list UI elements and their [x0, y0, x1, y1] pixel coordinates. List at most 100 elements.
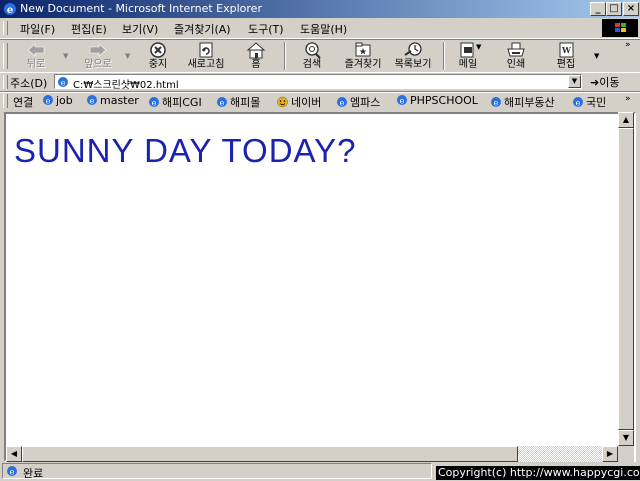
svg-text:W: W	[561, 45, 572, 55]
edit-button[interactable]: W 편집	[544, 40, 588, 72]
edit-label: 편집	[556, 59, 576, 70]
ie-link-icon: e	[217, 97, 227, 108]
menu-bar: 파일(F) 편집(E) 보기(V) 즐겨찾기(A) 도구(T) 도움말(H)	[0, 18, 640, 39]
address-input[interactable]: e C:₩스크린샷₩02.html	[54, 74, 582, 91]
ie-link-icon: e	[337, 97, 347, 108]
search-button[interactable]: 검색	[290, 40, 334, 72]
menubar-grip[interactable]	[3, 21, 8, 35]
refresh-button[interactable]: 새로고침	[184, 40, 228, 72]
scroll-left-button[interactable]: ◀	[6, 446, 22, 462]
forward-button[interactable]: 앞으로	[76, 40, 120, 72]
scroll-right-button[interactable]: ▶	[602, 446, 618, 462]
forward-label: 앞으로	[84, 59, 112, 70]
forward-arrow-icon	[89, 43, 107, 57]
svg-text:e: e	[220, 99, 225, 108]
link-label: 해피CGI	[162, 96, 202, 109]
mail-icon	[460, 42, 474, 58]
mail-button[interactable]: 메일	[446, 40, 490, 72]
menu-help[interactable]: 도움말(H)	[300, 21, 347, 37]
close-button[interactable]: ×	[623, 2, 639, 16]
home-button[interactable]: 홈	[234, 40, 278, 72]
link-happycgi[interactable]: e 해피CGI	[148, 94, 202, 110]
link-job[interactable]: e job	[42, 94, 73, 107]
menu-edit[interactable]: 편집(E)	[71, 21, 107, 37]
horizontal-scroll-thumb[interactable]	[22, 446, 518, 462]
stop-button[interactable]: 중지	[136, 40, 180, 72]
go-label: 이동	[599, 76, 620, 89]
ie-link-icon: e	[87, 95, 97, 106]
word-edit-icon: W	[559, 42, 574, 58]
go-arrow-icon: ➜	[590, 76, 600, 89]
toolbar-chevron-icon[interactable]: »	[625, 40, 631, 50]
naver-smiley-icon	[277, 96, 288, 108]
go-button[interactable]: ➜이동	[590, 74, 619, 90]
maximize-button[interactable]: □	[606, 2, 622, 16]
status-page-icon: e	[7, 466, 17, 477]
links-chevron-icon[interactable]: »	[625, 94, 631, 104]
forward-dropdown-icon[interactable]: ▼	[125, 52, 130, 60]
link-label: master	[100, 94, 139, 107]
page-viewport: SUNNY DAY TODAY?	[4, 112, 636, 462]
search-label: 검색	[302, 59, 322, 70]
link-label: 해피부동산	[504, 96, 555, 109]
horizontal-scrollbar[interactable]: ◀ ▶	[6, 446, 618, 462]
search-icon	[305, 42, 321, 59]
home-label: 홈	[251, 59, 261, 70]
svg-text:e: e	[90, 97, 95, 106]
title-bar[interactable]: e New Document - Microsoft Internet Expl…	[0, 0, 640, 18]
standard-toolbar: 뒤로 ▼ 앞으로 ▼ 중지 새로고침 홈 검색 즐겨찾기 목록보기 메일 ▼ 인…	[0, 40, 640, 73]
toolbar-grip[interactable]	[3, 43, 8, 69]
page-headline: SUNNY DAY TODAY?	[14, 132, 357, 169]
link-kookmin[interactable]: e 국민	[572, 94, 606, 110]
toolbar-separator	[443, 42, 445, 70]
history-button[interactable]: 목록보기	[388, 40, 438, 72]
svg-text:e: e	[46, 97, 51, 106]
scroll-corner	[618, 446, 634, 462]
link-happymall[interactable]: e 해피몰	[216, 94, 260, 110]
scroll-up-button[interactable]: ▲	[618, 112, 634, 128]
address-value: C:₩스크린샷₩02.html	[73, 80, 179, 91]
link-naver[interactable]: 네이버	[276, 94, 321, 110]
favorites-label: 즐겨찾기	[344, 59, 382, 70]
address-dropdown-button[interactable]: ▼	[568, 75, 581, 88]
history-icon	[404, 42, 422, 56]
link-master[interactable]: e master	[86, 94, 139, 107]
links-label: 연결	[13, 96, 34, 109]
edit-dropdown-icon[interactable]: ▼	[594, 52, 599, 60]
ie-link-icon: e	[149, 97, 159, 108]
copyright-banner: Copyright(c) http://www.happycgi.com	[436, 466, 640, 480]
svg-text:e: e	[7, 5, 13, 16]
status-panel: e 완료	[2, 463, 432, 480]
ie-link-icon: e	[397, 95, 407, 106]
link-label: job	[56, 94, 73, 107]
mail-dropdown-icon[interactable]: ▼	[476, 43, 481, 51]
scroll-down-button[interactable]: ▼	[618, 430, 634, 446]
ie-link-icon: e	[43, 95, 53, 106]
menu-view[interactable]: 보기(V)	[122, 21, 158, 37]
back-arrow-icon	[27, 43, 45, 57]
favorites-button[interactable]: 즐겨찾기	[338, 40, 388, 72]
link-phpschool[interactable]: e PHPSCHOOL	[396, 94, 478, 107]
linksbar-grip[interactable]	[3, 94, 8, 108]
minimize-button[interactable]: _	[590, 2, 606, 16]
addressbar-grip[interactable]	[3, 75, 8, 89]
printer-icon	[507, 42, 525, 57]
address-label: 주소(D)	[10, 77, 48, 90]
menu-tools[interactable]: 도구(T)	[248, 21, 284, 37]
vertical-scroll-thumb[interactable]	[618, 128, 634, 430]
vertical-scrollbar[interactable]: ▲ ▼	[618, 112, 634, 446]
svg-text:e: e	[400, 97, 405, 106]
svg-text:e: e	[494, 99, 499, 108]
ie-link-icon: e	[573, 97, 583, 108]
stop-label: 중지	[148, 59, 168, 70]
links-bar: 연결 e job e master e 해피CGI e 해피몰 네이버 e 엠파스 e PH…	[0, 91, 640, 110]
print-button[interactable]: 인쇄	[494, 40, 538, 72]
favorites-folder-icon	[355, 42, 371, 57]
back-dropdown-icon[interactable]: ▼	[63, 52, 68, 60]
menu-favorites[interactable]: 즐겨찾기(A)	[174, 21, 231, 37]
address-bar: 주소(D) e C:₩스크린샷₩02.html ▼ ➜이동	[0, 72, 640, 92]
menu-file[interactable]: 파일(F)	[20, 21, 55, 37]
link-happy-realestate[interactable]: e 해피부동산	[490, 94, 555, 110]
back-button[interactable]: 뒤로	[14, 40, 58, 72]
link-empas[interactable]: e 엠파스	[336, 94, 380, 110]
